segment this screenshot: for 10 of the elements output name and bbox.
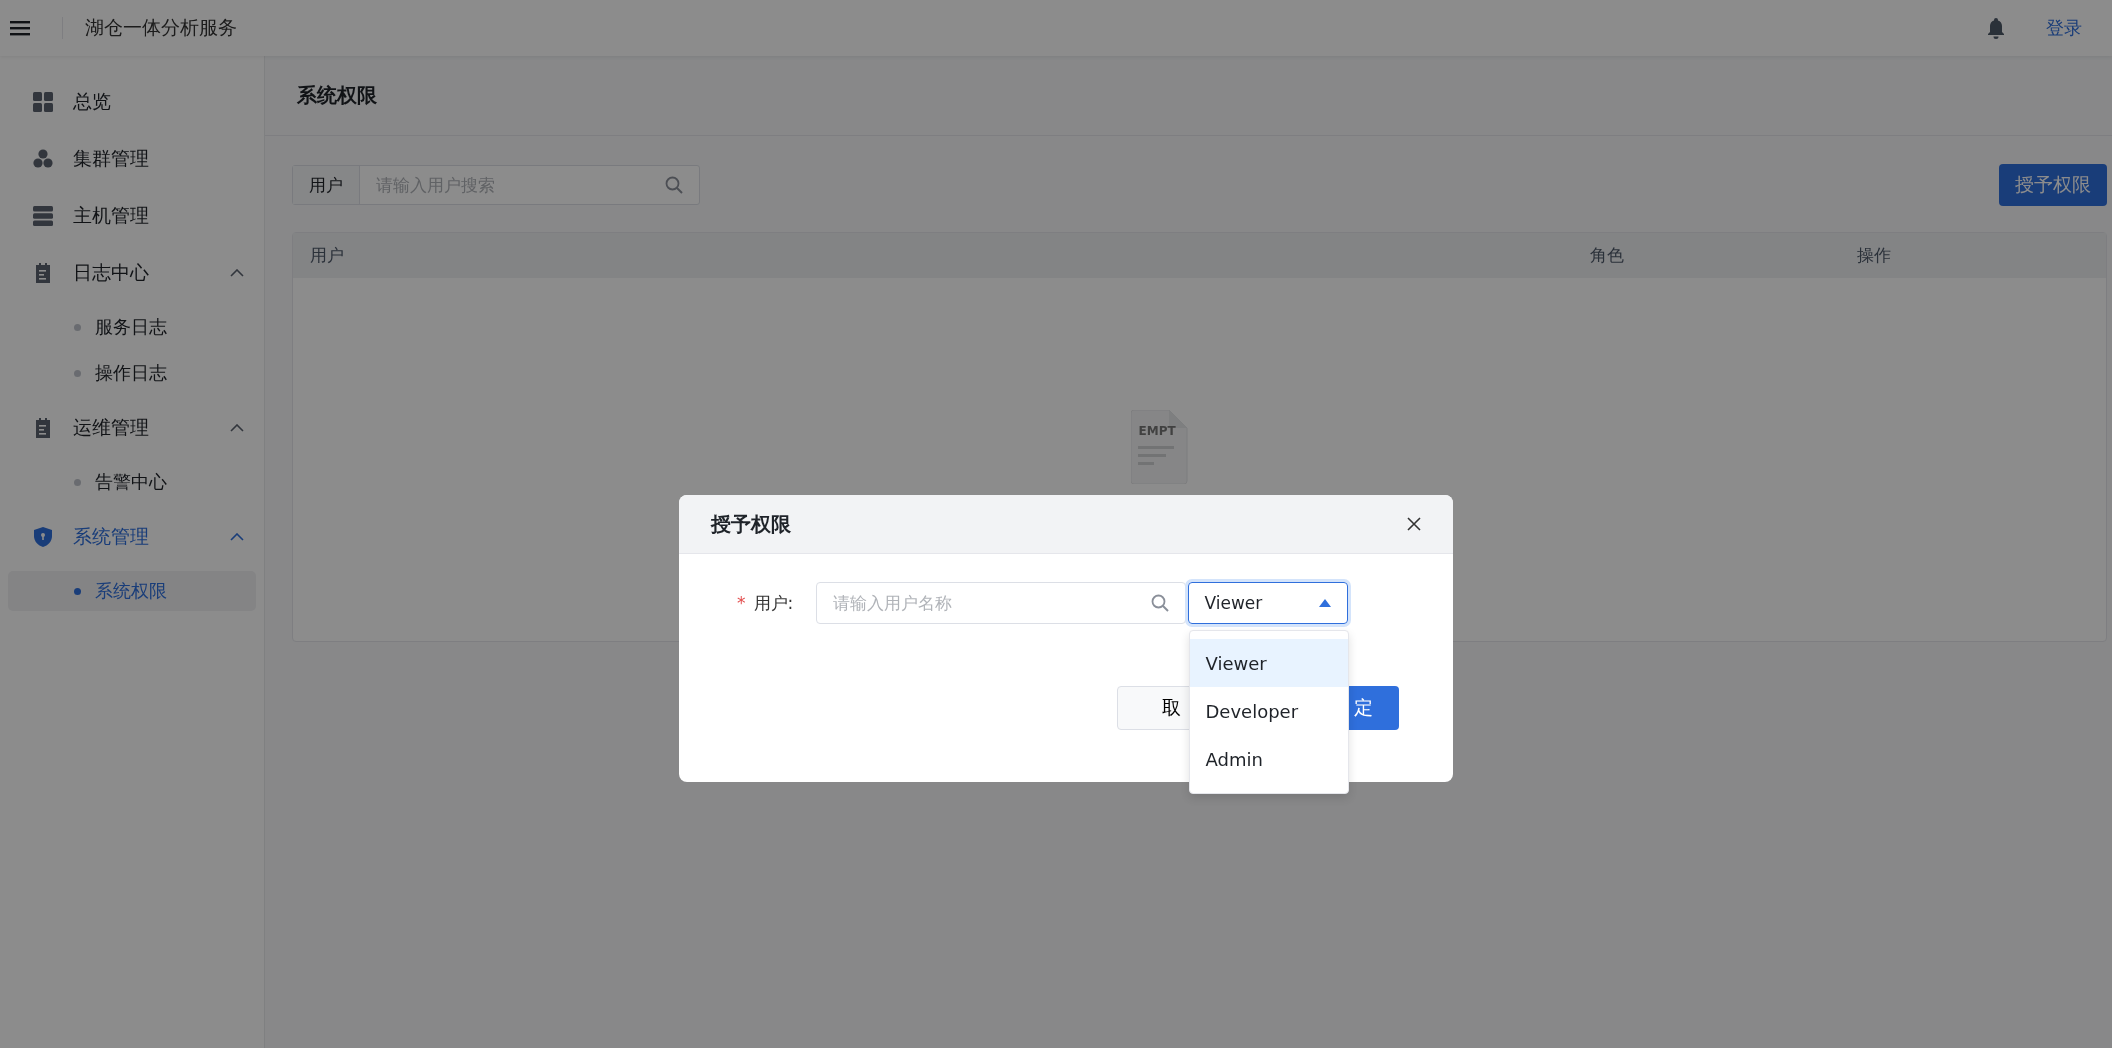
column-header: 操作: [1857, 244, 1891, 267]
app-title: 湖仓一体分析服务: [85, 15, 237, 40]
required-mark: *: [737, 593, 746, 613]
search-label: 用户: [293, 166, 360, 204]
page-title: 系统权限: [297, 82, 377, 109]
empty-label: EMPT: [1138, 424, 1176, 438]
column-header: 角色: [1590, 244, 1625, 267]
field-label: 用户:: [753, 591, 795, 615]
dialog-title: 授予权限: [711, 510, 792, 538]
column-header: 用户: [309, 244, 345, 267]
